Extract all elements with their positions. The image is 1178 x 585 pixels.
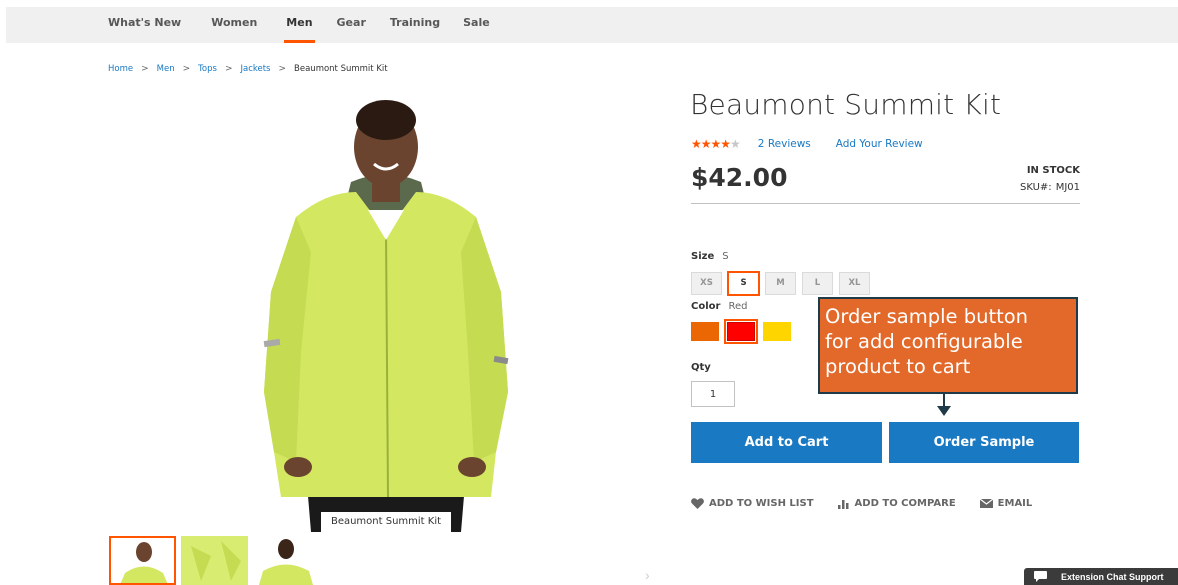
heart-icon: [691, 498, 704, 509]
thumbnail-image: [111, 538, 174, 583]
size-option-label: Size S: [691, 251, 729, 262]
divider: [691, 203, 1080, 204]
callout-arrow-head-icon: [937, 406, 951, 416]
extension-chat-support-button[interactable]: Extension Chat Support: [1024, 568, 1178, 585]
size-swatch-s[interactable]: S: [727, 271, 760, 296]
nav-item-gear[interactable]: Gear: [337, 7, 366, 43]
chat-label: Extension Chat Support: [1061, 571, 1164, 582]
nav-item-men[interactable]: Men: [284, 7, 315, 43]
nav-items: What's New Women Men Gear Training Sale: [108, 7, 490, 43]
color-swatches: [691, 319, 799, 344]
breadcrumb-separator: >: [182, 64, 191, 74]
color-selected-value: Red: [728, 301, 748, 312]
compare-label: ADD TO COMPARE: [854, 498, 956, 509]
chat-bubble-icon: [1034, 571, 1047, 582]
nav-item-sale[interactable]: Sale: [463, 7, 490, 43]
callout-line: Order sample button: [825, 305, 1029, 328]
add-to-wishlist-link[interactable]: ADD TO WISH LIST: [691, 498, 814, 509]
breadcrumb-separator: >: [141, 64, 149, 74]
breadcrumb-jackets[interactable]: Jackets: [240, 64, 270, 74]
nav-item-women[interactable]: Women: [211, 7, 257, 43]
size-swatch-xl[interactable]: XL: [839, 272, 870, 295]
compare-bars-icon: [837, 498, 850, 509]
order-sample-button[interactable]: Order Sample: [889, 422, 1079, 463]
color-swatch-orange[interactable]: [691, 322, 719, 341]
size-label: Size: [691, 251, 715, 262]
sku-label: SKU#:: [1019, 182, 1052, 193]
product-price: $42.00: [691, 163, 788, 192]
callout-line: product to cart: [825, 355, 971, 378]
breadcrumb-home[interactable]: Home: [108, 64, 133, 74]
size-swatches: XS S M L XL: [691, 271, 876, 296]
product-secondary-actions: ADD TO WISH LIST ADD TO COMPARE EMAIL: [691, 498, 1056, 509]
add-to-cart-button[interactable]: Add to Cart: [691, 422, 882, 463]
color-label: Color: [691, 301, 721, 312]
qty-label: Qty: [691, 362, 711, 373]
add-to-compare-link[interactable]: ADD TO COMPARE: [837, 498, 956, 509]
email-label: EMAIL: [997, 498, 1033, 509]
add-review-link[interactable]: Add Your Review: [836, 138, 923, 150]
thumbnail-image: [181, 536, 248, 585]
product-main-image[interactable]: [256, 92, 516, 532]
breadcrumb: Home > Men > Tops > Jackets > Beaumont S…: [108, 64, 388, 74]
size-swatch-l[interactable]: L: [802, 272, 833, 295]
thumbnail-2[interactable]: [181, 536, 248, 585]
breadcrumb-men[interactable]: Men: [157, 64, 175, 74]
color-swatch-red[interactable]: [724, 319, 758, 344]
top-navigation: What's New Women Men Gear Training Sale: [6, 7, 1178, 43]
wishlist-label: ADD TO WISH LIST: [709, 498, 814, 509]
callout-line: for add configurable: [825, 330, 1023, 353]
size-swatch-xs[interactable]: XS: [691, 272, 722, 295]
color-swatch-yellow[interactable]: [763, 322, 791, 341]
email-link[interactable]: EMAIL: [979, 498, 1033, 509]
breadcrumb-separator: >: [278, 64, 287, 74]
rating-summary: ★★★★★ 2 Reviews Add Your Review: [691, 137, 923, 151]
qty-label-wrap: Qty: [691, 362, 719, 373]
rating-stars-icon: ★★★★★: [691, 137, 741, 151]
breadcrumb-separator: >: [224, 64, 233, 74]
image-caption: Beaumont Summit Kit: [321, 512, 451, 532]
product-sku: SKU#: MJ01: [1020, 182, 1080, 193]
stock-status: IN STOCK: [1026, 165, 1080, 176]
annotation-callout: Order sample button for add configurable…: [818, 297, 1078, 394]
size-swatch-m[interactable]: M: [765, 272, 796, 295]
reviews-link[interactable]: 2 Reviews: [758, 138, 811, 150]
nav-item-training[interactable]: Training: [390, 7, 440, 43]
nav-item-whats-new[interactable]: What's New: [108, 7, 181, 43]
breadcrumb-tops[interactable]: Tops: [198, 64, 217, 74]
size-selected-value: S: [722, 251, 729, 262]
sku-value: MJ01: [1055, 182, 1080, 193]
breadcrumb-current: Beaumont Summit Kit: [294, 64, 388, 74]
thumbnail-3[interactable]: [253, 536, 320, 585]
qty-input[interactable]: [691, 381, 735, 407]
envelope-icon: [979, 499, 993, 508]
product-title: Beaumont Summit Kit: [690, 88, 1002, 121]
color-option-label: Color Red: [691, 301, 747, 312]
thumbnail-image: [253, 536, 320, 585]
thumbnail-1[interactable]: [109, 536, 176, 585]
gallery-next-icon[interactable]: ›: [645, 567, 650, 583]
